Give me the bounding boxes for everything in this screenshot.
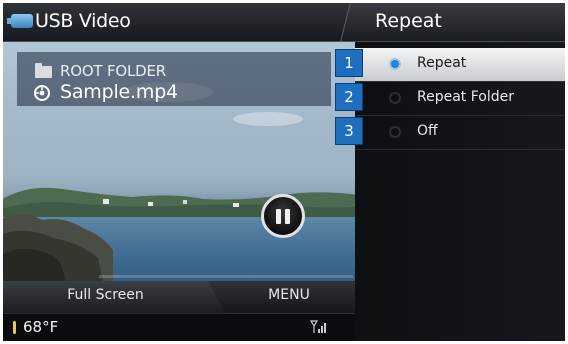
- menu-item-repeat-folder[interactable]: Repeat Folder: [355, 82, 565, 115]
- title-bar: USB Video: [3, 3, 355, 42]
- signal-icon: [309, 320, 326, 333]
- head-unit-screen: USB Video ROOT FOLDER Sample.mp4 Full Sc…: [3, 3, 565, 341]
- folder-icon: [35, 63, 52, 78]
- divider: [355, 149, 565, 150]
- radio-icon: [389, 58, 401, 70]
- callout-badge-1: 1: [335, 49, 363, 77]
- pause-button[interactable]: [261, 194, 305, 238]
- menu-button[interactable]: MENU: [229, 287, 349, 303]
- repeat-menu-panel: Repeat Repeat Repeat Folder Off: [355, 3, 565, 341]
- video-frame[interactable]: ROOT FOLDER Sample.mp4: [3, 42, 355, 281]
- callout-badge-3: 3: [335, 117, 363, 145]
- menu-item-label: Repeat Folder: [417, 89, 514, 105]
- radio-icon: [389, 126, 401, 138]
- pause-icon: [285, 209, 290, 224]
- sky-cloud: [233, 112, 303, 126]
- progress-bar[interactable]: [99, 275, 353, 278]
- menu-item-label: Repeat: [417, 55, 467, 71]
- usb-icon: [7, 14, 33, 28]
- callout-badge-2: 2: [335, 83, 363, 111]
- file-name: Sample.mp4: [60, 81, 178, 103]
- thermometer-icon: [13, 321, 16, 334]
- menu-item-off[interactable]: Off: [355, 116, 565, 149]
- foreground-rocks: [3, 214, 113, 281]
- folder-name: ROOT FOLDER: [60, 62, 167, 80]
- track-info-box: ROOT FOLDER Sample.mp4: [17, 52, 331, 106]
- video-player-panel: USB Video ROOT FOLDER Sample.mp4 Full Sc…: [3, 3, 355, 341]
- temperature-readout: 68°F: [23, 318, 59, 336]
- repeat-menu-title: Repeat: [375, 10, 442, 32]
- menu-item-label: Off: [417, 123, 438, 139]
- repeat-menu-header: Repeat: [355, 3, 565, 42]
- full-screen-label: Full Screen: [67, 287, 144, 303]
- page-title: USB Video: [35, 10, 131, 32]
- radio-icon: [389, 92, 401, 104]
- menu-item-repeat[interactable]: Repeat: [355, 48, 565, 81]
- pause-icon: [276, 209, 281, 224]
- file-icon: [34, 85, 50, 101]
